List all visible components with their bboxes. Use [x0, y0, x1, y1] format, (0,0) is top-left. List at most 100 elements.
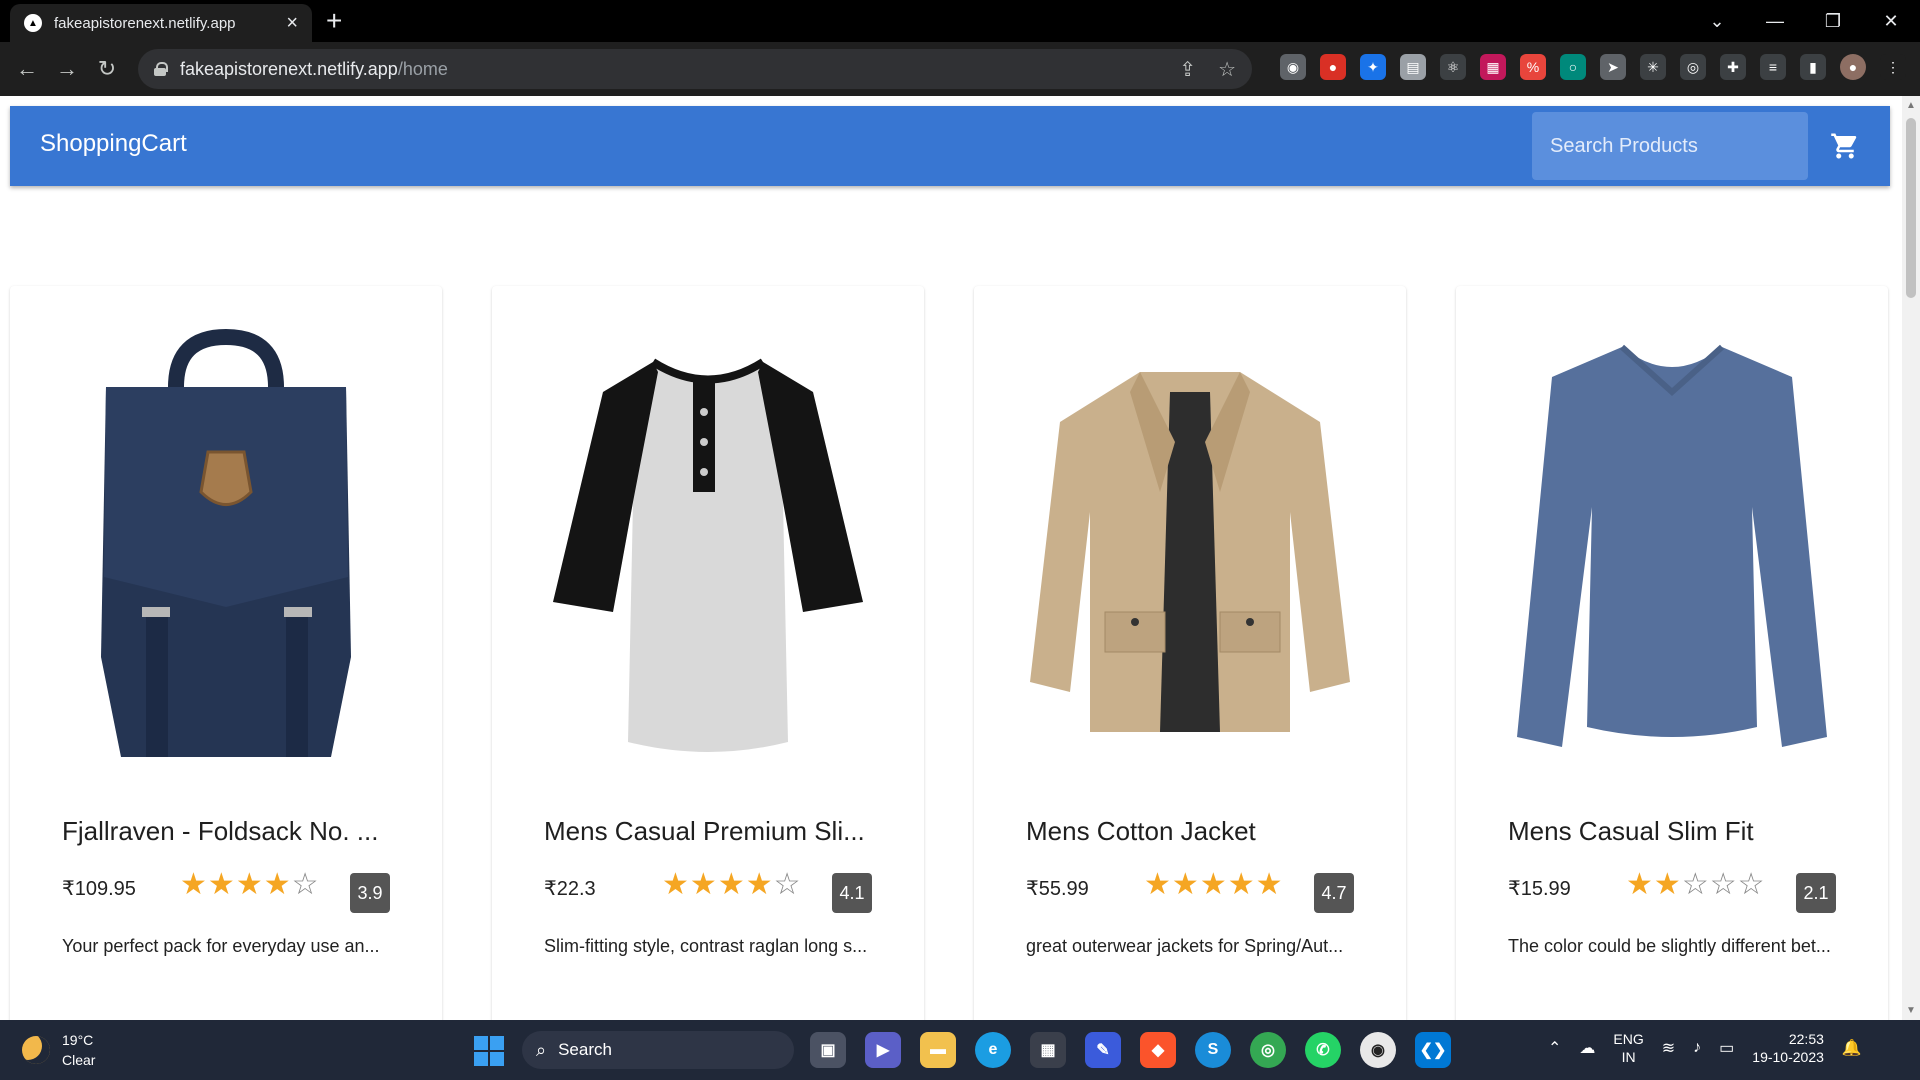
target-extension-icon[interactable]: ◎ [1680, 54, 1706, 80]
microsoft-store-icon[interactable]: ▦ [1030, 1032, 1066, 1068]
star-empty-icon: ☆ [1681, 868, 1710, 901]
temperature: 19°C [62, 1032, 94, 1048]
weather-widget[interactable]: 19°C Clear [22, 1030, 95, 1070]
task-view-icon[interactable]: ▣ [810, 1032, 846, 1068]
star-filled-icon: ★ [1171, 868, 1200, 901]
chrome-browser-icon[interactable]: ◎ [1250, 1032, 1286, 1068]
new-tab-button[interactable]: + [326, 6, 342, 36]
product-card[interactable]: Mens Casual Premium Sli... ₹22.3 ★★★★☆ 4… [492, 286, 924, 1020]
product-title[interactable]: Fjallraven - Foldsack No. ... [62, 816, 378, 847]
tag-extension-icon[interactable]: ➤ [1600, 54, 1626, 80]
file-explorer-icon[interactable]: ▬ [920, 1032, 956, 1068]
bookmark-star-icon[interactable]: ☆ [1218, 57, 1236, 82]
react-extension-icon[interactable]: ⚛ [1440, 54, 1466, 80]
rating-stars: ★★★★★ [1144, 870, 1284, 900]
volume-icon[interactable]: ♪ [1693, 1039, 1701, 1057]
browser-tab[interactable]: ▲ fakeapistorenext.netlify.app × [10, 4, 312, 42]
rating-badge: 2.1 [1796, 873, 1836, 913]
star-filled-icon: ★ [1626, 868, 1654, 901]
taskbar-search[interactable]: ⌕ Search [522, 1031, 794, 1069]
teams-chat-icon[interactable]: ▶ [865, 1032, 901, 1068]
moon-icon [22, 1036, 50, 1064]
product-image-slim-fit-tshirt[interactable] [1496, 326, 1848, 778]
search-icon: ⌕ [536, 1039, 547, 1060]
side-panel-icon[interactable]: ▮ [1800, 54, 1826, 80]
star-filled-icon: ★ [717, 868, 746, 901]
skype-icon[interactable]: S [1195, 1032, 1231, 1068]
extensions-row: ◉ ● ✦ ▤ ⚛ ▦ % ○ ➤ ✳ ◎ ✚ ≡ ▮ ● ⋮ [1280, 54, 1906, 80]
product-card[interactable]: Mens Casual Slim Fit ₹15.99 ★★☆☆☆ 2.1 Th… [1456, 286, 1888, 1020]
tab-search-chevron-icon[interactable]: ⌄ [1688, 0, 1746, 42]
document-extension-icon[interactable]: ▤ [1400, 54, 1426, 80]
brave-browser-icon[interactable]: ◆ [1140, 1032, 1176, 1068]
product-title[interactable]: Mens Casual Premium Sli... [544, 816, 865, 847]
windows-start-icon[interactable] [474, 1036, 504, 1066]
taskbar-search-label: Search [558, 1040, 612, 1059]
product-title[interactable]: Mens Casual Slim Fit [1508, 816, 1754, 847]
battery-icon[interactable]: ▭ [1719, 1038, 1734, 1058]
star-filled-icon: ★ [180, 868, 208, 901]
language-indicator[interactable]: ENG IN [1613, 1030, 1643, 1066]
product-image-cotton-jacket[interactable] [1014, 326, 1366, 778]
pen-app-icon[interactable]: ✎ [1085, 1032, 1121, 1068]
edge-browser-icon[interactable]: e [975, 1032, 1011, 1068]
app-header: ShoppingCart [10, 106, 1890, 186]
back-arrow-icon[interactable]: ← [10, 52, 44, 86]
region-code: IN [1621, 1049, 1636, 1065]
close-window-icon[interactable]: ✕ [1862, 0, 1920, 42]
scroll-down-icon[interactable]: ▼ [1906, 1005, 1916, 1016]
puzzle-extensions-icon[interactable]: ✚ [1720, 54, 1746, 80]
notification-bell-icon[interactable]: 🔔 [1842, 1038, 1862, 1058]
product-card[interactable]: Mens Cotton Jacket ₹55.99 ★★★★★ 4.7 grea… [974, 286, 1406, 1020]
close-tab-icon[interactable]: × [286, 13, 298, 33]
product-title[interactable]: Mens Cotton Jacket [1026, 816, 1256, 847]
profile-avatar[interactable]: ● [1840, 54, 1866, 80]
clock[interactable]: 22:53 19-10-2023 [1752, 1030, 1824, 1066]
adblock-extension-icon[interactable]: ● [1320, 54, 1346, 80]
weather-condition: Clear [62, 1052, 96, 1068]
product-description: The color could be slightly different be… [1508, 936, 1831, 956]
clock-date: 19-10-2023 [1752, 1049, 1824, 1065]
chevron-up-icon[interactable]: ⌃ [1548, 1038, 1561, 1058]
reload-icon[interactable]: ↻ [90, 52, 124, 86]
product-card[interactable]: Fjallraven - Foldsack No. ... ₹109.95 ★★… [10, 286, 442, 1020]
star-filled-icon: ★ [207, 868, 236, 901]
minimize-icon[interactable]: — [1746, 0, 1804, 42]
restore-icon[interactable]: ❐ [1804, 0, 1862, 42]
obs-studio-icon[interactable]: ◉ [1360, 1032, 1396, 1068]
netlify-favicon-icon: ▲ [24, 14, 42, 32]
product-image-backpack[interactable] [50, 326, 402, 778]
product-price: ₹55.99 [1026, 878, 1089, 900]
whatsapp-icon[interactable]: ✆ [1305, 1032, 1341, 1068]
product-price: ₹15.99 [1508, 878, 1571, 900]
media-queue-icon[interactable]: ≡ [1760, 54, 1786, 80]
onedrive-cloud-icon[interactable]: ☁ [1579, 1038, 1595, 1058]
more-menu-icon[interactable]: ⋮ [1880, 54, 1906, 80]
grid-extension-icon[interactable]: ▦ [1480, 54, 1506, 80]
clock-time: 22:53 [1788, 1031, 1824, 1047]
bug-extension-icon[interactable]: ✳ [1640, 54, 1666, 80]
wifi-icon[interactable]: ≋ [1662, 1038, 1675, 1058]
shopping-cart-icon[interactable] [1830, 131, 1860, 161]
camera-extension-icon[interactable]: ◉ [1280, 54, 1306, 80]
color-picker-extension-icon[interactable]: ✦ [1360, 54, 1386, 80]
scroll-thumb[interactable] [1906, 118, 1916, 298]
search-input[interactable] [1550, 134, 1790, 158]
share-icon[interactable]: ⇪ [1179, 57, 1196, 82]
vscode-icon[interactable]: ❮❯ [1415, 1032, 1451, 1068]
rating-stars: ★★★★☆ [662, 870, 802, 900]
page-viewport: ShoppingCart Fjallrave [0, 96, 1902, 1020]
star-filled-icon: ★ [1227, 868, 1256, 901]
forward-arrow-icon[interactable]: → [50, 52, 84, 86]
lock-icon[interactable] [154, 62, 168, 76]
product-image-raglan-tshirt[interactable] [532, 326, 884, 778]
circle-extension-icon[interactable]: ○ [1560, 54, 1586, 80]
star-empty-icon: ☆ [773, 868, 802, 901]
star-filled-icon: ★ [1653, 868, 1682, 901]
percent-extension-icon[interactable]: % [1520, 54, 1546, 80]
scroll-up-icon[interactable]: ▲ [1906, 100, 1916, 111]
brand-title[interactable]: ShoppingCart [40, 130, 187, 158]
address-bar[interactable]: fakeapistorenext.netlify.app/home ⇪ ☆ [138, 49, 1252, 89]
rating-badge: 4.1 [832, 873, 872, 913]
page-scrollbar[interactable]: ▲ ▼ [1902, 96, 1920, 1020]
